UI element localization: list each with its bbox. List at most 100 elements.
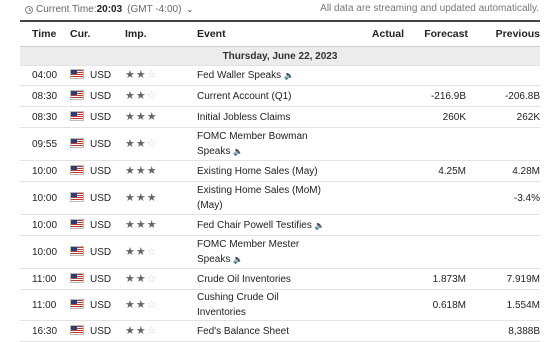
star-icon: ★: [125, 298, 136, 311]
event-row[interactable]: 10:00 USD ★★★ Existing Home Sales (MoM) (Ma…: [20, 181, 540, 215]
event-currency: USD: [90, 70, 112, 81]
event-previous: [468, 127, 540, 161]
event-row[interactable]: 09:55 USD ★★☆ FOMC Member Bowman Speaks 🔈: [20, 127, 540, 161]
event-time: 08:30: [20, 106, 70, 128]
star-icon: ★: [135, 69, 147, 81]
event-cell: Initial Jobless Claims: [197, 106, 342, 128]
event-cell: Current Account (Q1): [197, 85, 342, 107]
column-header-currency: Cur.: [70, 20, 125, 47]
event-cell: Crude Oil Inventories: [197, 268, 342, 290]
event-actual: [342, 181, 404, 215]
event-row[interactable]: 16:30 USD ★★☆ Fed's Balance Sheet 8,388B: [20, 320, 540, 342]
top-bar: Current Time: 20:03 (GMT -4:00) ⌄ All da…: [0, 0, 551, 17]
importance-rating: ★★★: [125, 160, 197, 182]
event-actual: [342, 320, 404, 342]
us-flag-icon: [70, 69, 84, 79]
event-previous: -3.4%: [468, 181, 540, 215]
event-previous: [468, 214, 540, 236]
streaming-notice: All data are streaming and updated autom…: [320, 3, 539, 14]
event-time: 11:00: [20, 289, 70, 321]
speaker-icon: 🔈: [233, 255, 244, 264]
us-flag-icon: [70, 272, 84, 283]
event-actual: [342, 160, 404, 182]
event-cell: Cushing Crude Oil Inventories: [197, 289, 342, 321]
event-row[interactable]: 08:30 USD ★★★ Initial Jobless Claims 260K 262…: [20, 106, 540, 128]
us-flag-icon: [70, 110, 84, 121]
event-row[interactable]: 10:00 USD ★★★ Fed Chair Powell Testifies 🔈: [20, 214, 540, 236]
event-previous: 7.919M: [468, 268, 540, 290]
event-forecast: [404, 65, 468, 86]
event-time: 10:00: [20, 214, 70, 236]
header-row: Time Cur. Imp. Event Actual Forecast Pre…: [20, 20, 540, 47]
current-time-value: 20:03: [96, 4, 123, 15]
star-icon: ☆: [146, 89, 158, 102]
event-name-link[interactable]: Existing Home Sales (MoM) (May): [197, 185, 321, 211]
event-name-link[interactable]: Crude Oil Inventories: [197, 274, 291, 285]
column-header-importance: Imp.: [125, 20, 197, 47]
event-actual: [342, 235, 404, 269]
chevron-down-icon[interactable]: ⌄: [186, 5, 193, 14]
event-previous: 8,388B: [468, 320, 540, 342]
date-label: Thursday, June 22, 2023: [20, 46, 540, 66]
speaker-icon: 🔈: [314, 220, 325, 230]
event-currency: USD: [90, 165, 112, 177]
event-currency-cell: USD: [70, 181, 125, 215]
event-cell: Fed Chair Powell Testifies 🔈: [197, 214, 342, 236]
event-currency-cell: USD: [70, 65, 125, 86]
event-row[interactable]: 11:00 USD ★★☆ Crude Oil Inventories 1.873M 7.…: [20, 268, 540, 290]
event-name-link[interactable]: Fed Waller Speaks: [197, 70, 281, 81]
event-currency-cell: USD: [70, 85, 125, 107]
star-icon: ★: [125, 137, 136, 150]
event-time: 10:00: [20, 160, 70, 182]
event-forecast: [404, 320, 468, 342]
importance-rating: ★★★: [125, 106, 197, 128]
event-row[interactable]: 10:00 USD ★★★ Existing Home Sales (May) 4.25…: [20, 160, 540, 182]
event-forecast: 260K: [404, 106, 468, 128]
importance-rating: ★★☆: [125, 127, 197, 161]
event-row[interactable]: 04:00 USD ★★☆ Fed Waller Speaks 🔈: [20, 65, 540, 86]
event-name-link[interactable]: FOMC Member Mester Speaks: [197, 239, 299, 265]
event-forecast: [404, 127, 468, 161]
star-icon: ★: [135, 89, 147, 102]
star-icon: ☆: [146, 298, 158, 311]
event-forecast: [404, 181, 468, 215]
event-name-link[interactable]: Initial Jobless Claims: [197, 112, 290, 123]
star-icon: ★: [135, 245, 147, 258]
star-icon: ★: [135, 298, 147, 311]
star-icon: ★: [135, 272, 147, 285]
current-time-selector[interactable]: Current Time: 20:03 (GMT -4:00) ⌄: [25, 4, 193, 15]
event-name-link[interactable]: Fed Chair Powell Testifies: [197, 220, 312, 231]
speaker-icon: 🔈: [233, 147, 244, 156]
star-icon: ★: [125, 89, 136, 102]
event-currency: USD: [90, 138, 112, 150]
date-row: Thursday, June 22, 2023: [20, 46, 540, 66]
star-icon: ★: [125, 164, 136, 177]
star-icon: ★: [125, 191, 136, 204]
event-name-link[interactable]: FOMC Member Bowman Speaks: [197, 131, 308, 157]
event-row[interactable]: 11:00 USD ★★☆ Cushing Crude Oil Inventories…: [20, 289, 540, 321]
event-name-link[interactable]: Existing Home Sales (May): [197, 166, 318, 177]
event-row[interactable]: 08:30 USD ★★☆ Current Account (Q1) -216.9B -2…: [20, 85, 540, 107]
star-icon: ☆: [146, 69, 158, 81]
event-currency: USD: [90, 246, 112, 258]
star-icon: ★: [135, 110, 147, 123]
column-header-forecast: Forecast: [404, 20, 468, 47]
event-forecast: 1.873M: [404, 268, 468, 290]
event-time: 08:30: [20, 85, 70, 107]
star-icon: ★: [135, 137, 147, 150]
star-icon: ★: [135, 218, 147, 231]
importance-rating: ★★★: [125, 181, 197, 215]
event-previous: 1.554M: [468, 289, 540, 321]
event-actual: [342, 289, 404, 321]
importance-rating: ★★☆: [125, 235, 197, 269]
event-name-link[interactable]: Cushing Crude Oil Inventories: [197, 292, 279, 318]
star-icon: ★: [146, 164, 158, 177]
event-currency-cell: USD: [70, 289, 125, 321]
event-previous: -206.8B: [468, 85, 540, 107]
column-header-actual: Actual: [342, 20, 404, 47]
star-icon: ★: [135, 191, 147, 204]
event-forecast: [404, 214, 468, 236]
importance-rating: ★★☆: [125, 268, 197, 290]
event-name-link[interactable]: Current Account (Q1): [197, 91, 291, 102]
event-row[interactable]: 10:00 USD ★★☆ FOMC Member Mester Speaks 🔈: [20, 235, 540, 269]
